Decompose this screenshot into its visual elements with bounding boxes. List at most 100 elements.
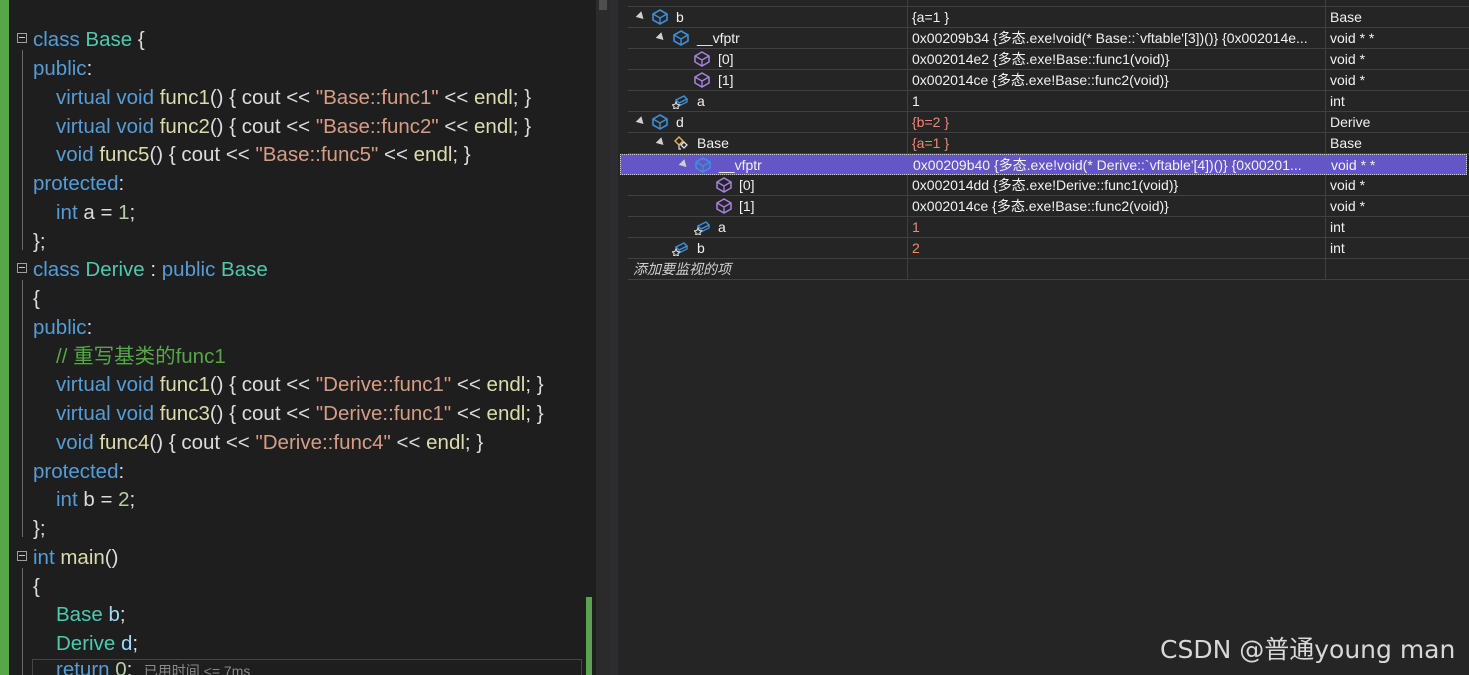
operator: << [438, 86, 475, 109]
code-line[interactable]: Derive d; [0, 629, 596, 658]
code-line[interactable]: public: [0, 54, 596, 83]
scrollbar-thumb[interactable] [599, 0, 607, 10]
watch-row[interactable]: Base {a=1 } Base [628, 133, 1469, 154]
collapse-icon[interactable] [17, 263, 27, 273]
operator: << [390, 431, 427, 454]
code-line[interactable]: protected: [0, 457, 596, 486]
watch-type: void * [1330, 198, 1366, 214]
expand-arrow-icon[interactable] [655, 32, 667, 43]
code-line[interactable]: int b = 2; [0, 485, 596, 514]
watch-row[interactable]: d {b=2 } Derive [628, 112, 1469, 133]
keyword: class [33, 28, 80, 51]
watch-value-changed[interactable]: 2 [908, 238, 1324, 258]
code-line[interactable]: }; [0, 227, 596, 256]
watch-type: Base [1330, 9, 1362, 25]
watch-row[interactable]: [0] 0x002014dd {多态.exe!Derive::func1(voi… [628, 175, 1469, 196]
identifier: endl [486, 373, 526, 396]
keyword: void [116, 402, 154, 425]
operator: << [451, 402, 487, 425]
punct: : [86, 316, 93, 339]
watch-row[interactable]: [0] 0x002014e2 {多态.exe!Base::func1(void)… [628, 49, 1469, 70]
code-editor[interactable]: class Base { public: virtual void func1(… [0, 0, 596, 675]
watch-value[interactable]: 0x002014dd {多态.exe!Derive::func1(void)} [908, 175, 1324, 195]
code-line[interactable]: virtual void func2() { cout << "Base::fu… [0, 112, 596, 141]
variable: d [120, 632, 133, 655]
expand-arrow-icon[interactable] [635, 11, 647, 22]
keyword: void [116, 86, 154, 109]
code-line[interactable]: int a = 1; [0, 198, 596, 227]
keyword: virtual [56, 86, 111, 109]
punct: ; [129, 201, 136, 224]
pane-splitter[interactable] [610, 0, 618, 675]
punct: ; [132, 632, 139, 655]
watch-row[interactable]: b 2 int [628, 238, 1469, 259]
code-line-current[interactable]: return 0; 已用时间 <= 7ms [0, 655, 596, 675]
code-line[interactable]: public: [0, 313, 596, 342]
watch-row[interactable]: __vfptr 0x00209b34 {多态.exe!void(* Base::… [628, 28, 1469, 49]
punct: () [104, 546, 119, 569]
code-line[interactable]: Base b; [0, 600, 596, 629]
watch-row[interactable]: b {a=1 } Base [628, 7, 1469, 28]
operator: << [280, 373, 316, 396]
expand-arrow-icon[interactable] [655, 137, 667, 148]
code-line[interactable]: virtual void func1() { cout << "Derive::… [0, 370, 596, 399]
punct: ; } [512, 86, 532, 109]
watch-name: [0] [718, 51, 734, 67]
code-line[interactable]: class Base { [0, 25, 596, 54]
perf-tip[interactable]: 已用时间 <= 7ms [144, 663, 251, 675]
watch-value[interactable]: 0x002014e2 {多态.exe!Base::func1(void)} [908, 49, 1324, 69]
watch-value[interactable]: 0x00209b34 {多态.exe!void(* Base::`vftable… [908, 28, 1324, 48]
watch-value[interactable]: {a=1 } [908, 7, 1324, 27]
add-watch-row[interactable]: 添加要监视的项 [628, 259, 1469, 280]
code-line[interactable]: { [0, 572, 596, 601]
function-name: func1 [159, 86, 210, 109]
watch-value-changed[interactable]: {a=1 } [908, 133, 1324, 153]
keyword: int [56, 488, 78, 511]
watch-value-changed[interactable]: 1 [908, 217, 1324, 237]
watch-value[interactable]: 0x002014ce {多态.exe!Base::func2(void)} [908, 70, 1324, 90]
type-name: Base [85, 28, 133, 51]
watch-row[interactable]: a 1 int [628, 217, 1469, 238]
code-line[interactable]: void func5() { cout << "Base::func5" << … [0, 140, 596, 169]
punct: { [132, 28, 145, 51]
code-line[interactable]: int main() [0, 543, 596, 572]
watch-row-selected[interactable]: __vfptr 0x00209b40 {多态.exe!void(* Derive… [620, 154, 1467, 175]
watch-row[interactable]: [1] 0x002014ce {多态.exe!Base::func2(void)… [628, 70, 1469, 91]
string-literal: "Derive::func1" [315, 373, 452, 396]
add-watch-placeholder[interactable]: 添加要监视的项 [633, 259, 731, 279]
watch-row[interactable]: a 1 int [628, 91, 1469, 112]
expand-arrow-icon[interactable] [635, 116, 647, 127]
watch-value[interactable]: 0x002014ce {多态.exe!Base::func2(void)} [908, 196, 1324, 216]
watch-window[interactable]: b {a=1 } Base __vfptr 0x00209b34 {多态.exe… [618, 0, 1469, 675]
watch-name: [0] [739, 177, 755, 193]
identifier: endl [426, 431, 465, 454]
type-name: Base [56, 603, 103, 626]
code-line[interactable]: virtual void func1() { cout << "Base::fu… [0, 83, 596, 112]
punct: () { [209, 86, 242, 109]
watch-type: int [1330, 240, 1345, 256]
watch-value-changed[interactable]: {b=2 } [908, 112, 1324, 132]
code-line[interactable]: }; [0, 514, 596, 543]
code-line[interactable]: { [0, 284, 596, 313]
keyword: virtual [56, 115, 111, 138]
keyword: virtual [56, 402, 111, 425]
editor-scrollbar[interactable] [596, 0, 610, 675]
code-line[interactable]: protected: [0, 169, 596, 198]
collapse-icon[interactable] [17, 551, 27, 561]
watch-value[interactable]: 0x00209b40 {多态.exe!void(* Derive::`vftab… [909, 155, 1325, 175]
watch-value[interactable]: 1 [908, 91, 1324, 111]
code-line[interactable]: class Derive : public Base [0, 255, 596, 284]
watch-row[interactable]: [1] 0x002014ce {多态.exe!Base::func2(void)… [628, 196, 1469, 217]
punct: ; [126, 658, 133, 675]
watch-name: [1] [718, 72, 734, 88]
punct: () { [209, 115, 242, 138]
code-line[interactable]: void func4() { cout << "Derive::func4" <… [0, 428, 596, 457]
number-literal: 2 [118, 488, 130, 511]
code-line[interactable]: // 重写基类的func1 [0, 342, 596, 371]
comment: // 重写基类的func1 [56, 345, 226, 368]
expand-arrow-icon[interactable] [678, 159, 690, 170]
code-line[interactable]: virtual void func3() { cout << "Derive::… [0, 399, 596, 428]
punct: ; } [452, 143, 471, 166]
collapse-icon[interactable] [17, 33, 27, 43]
punct: { [33, 287, 40, 310]
